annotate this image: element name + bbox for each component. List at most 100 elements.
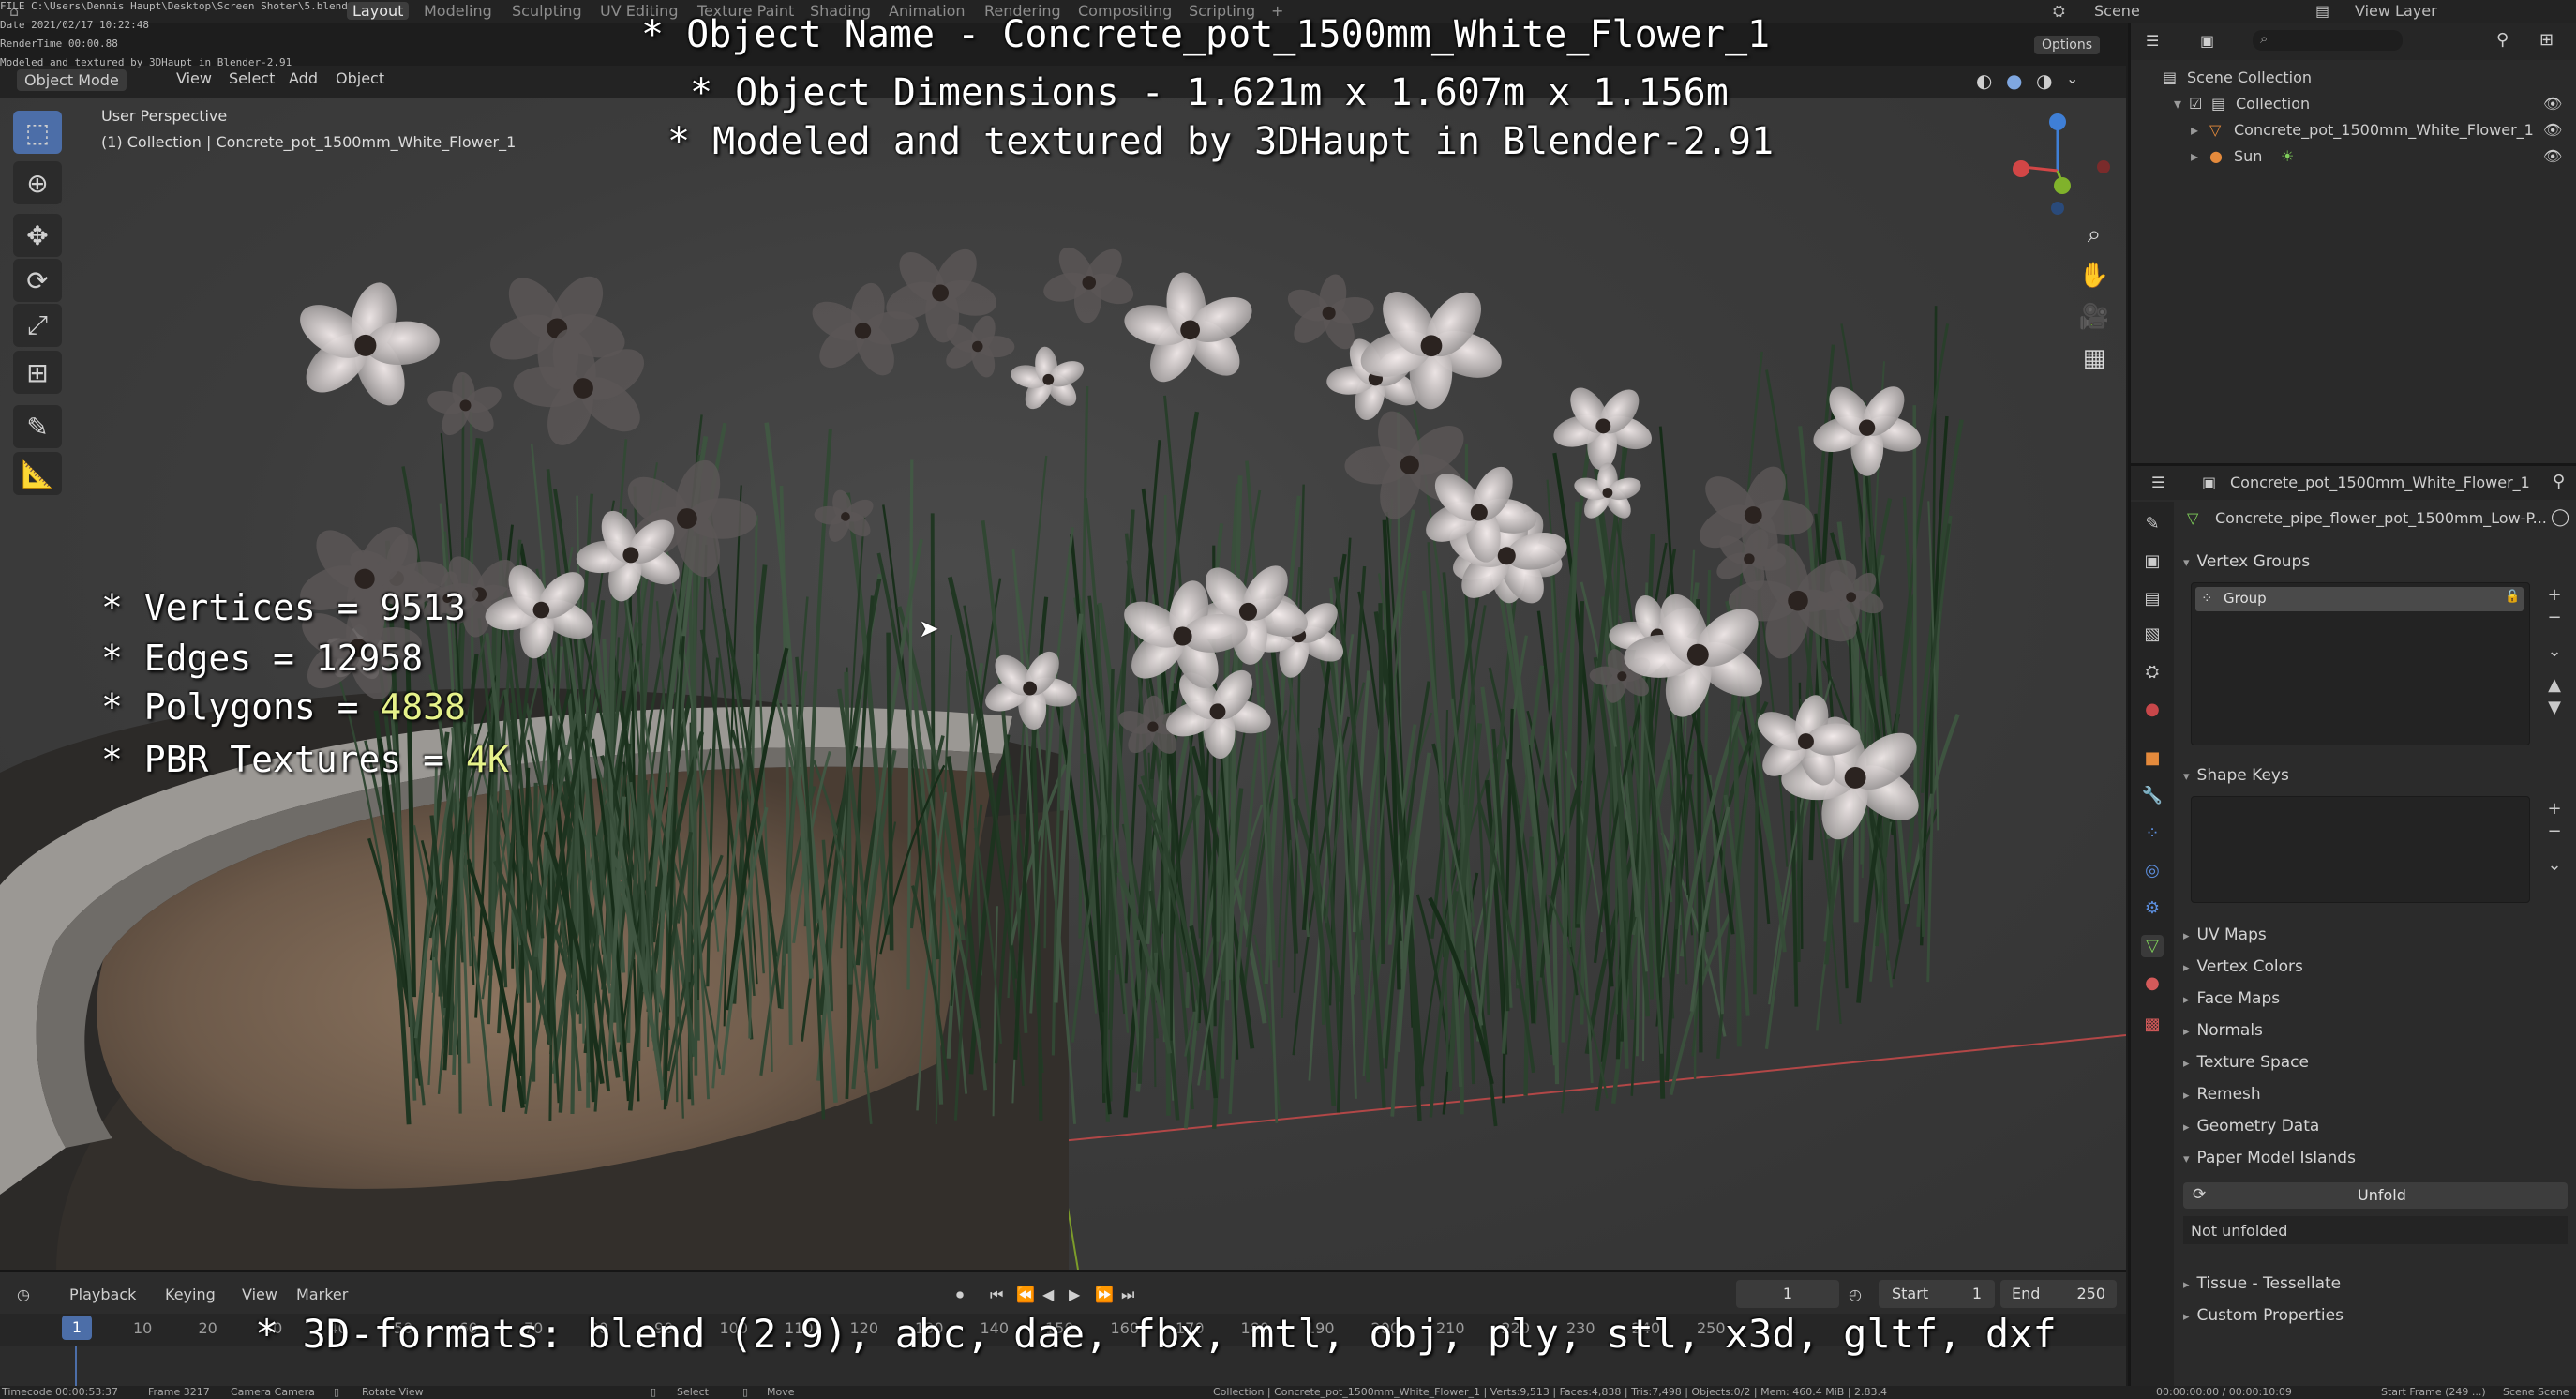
paper-model-header[interactable]: ▾ Paper Model Islands [2183,1149,2356,1167]
scene-tab-icon[interactable]: ⛭ [2141,661,2164,684]
scale-tool[interactable]: ⤢ [13,304,62,347]
tool-tab-icon[interactable]: ✎ [2141,513,2164,535]
editor-type-icon[interactable]: ☰ [2151,474,2164,491]
menu-view[interactable]: View [176,69,212,87]
annotate-tool[interactable]: ✎ [13,405,62,448]
uv-maps-header[interactable]: ▸ UV Maps [2183,925,2267,944]
navigation-gizmo[interactable] [1997,105,2119,227]
move-up-icon[interactable]: ▲ [2543,674,2566,697]
mode-dropdown[interactable]: Object Mode [17,69,127,91]
view-menu[interactable]: View [242,1286,277,1303]
editor-type-icon[interactable]: ◷ [17,1286,30,1303]
rotate-tool[interactable]: ⟳ [13,259,62,302]
outliner-row-sun[interactable]: ▸ ● Sun ☀ 👁 [2131,143,2576,169]
measure-tool[interactable]: 📐 [13,452,62,495]
tab-layout[interactable]: Layout [347,2,410,20]
3d-viewport[interactable]: ⬚ ⊕ ✥ ⟳ ⤢ ⊞ ✎ 📐 ⌕ ✋ 🎥 ▦ ➤ * Vertices = 9… [0,98,2126,1270]
tab-modeling[interactable]: Modeling [424,2,492,20]
vertex-groups-header[interactable]: ▾ Vertex Groups [2183,552,2310,571]
geometry-data-header[interactable]: ▸ Geometry Data [2183,1117,2319,1136]
visibility-eye-icon[interactable]: 👁 [2543,147,2562,165]
camera-view-icon[interactable]: 🎥 [2074,296,2115,338]
remove-vertex-group-button[interactable]: − [2543,607,2566,629]
scene-icon[interactable]: ⛭ [2053,2,2065,21]
shading-rendered-icon[interactable]: ◑ [2036,69,2052,92]
vertex-group-item[interactable]: ⁘ Group 🔓 [2195,587,2524,611]
end-frame-field[interactable]: End 250 [2000,1280,2117,1308]
custom-properties-header[interactable]: ▸ Custom Properties [2183,1306,2344,1325]
zoom-icon[interactable]: ⌕ [2074,214,2115,255]
outliner-row-object[interactable]: ▸ ▽ Concrete_pot_1500mm_White_Flower_1 👁 [2131,116,2576,143]
playback-menu[interactable]: Playback [69,1286,136,1303]
pan-hand-icon[interactable]: ✋ [2074,255,2115,296]
constraints-tab-icon[interactable]: ⚙ [2141,897,2164,920]
material-tab-icon[interactable]: ● [2141,972,2164,995]
play-icon[interactable]: ▶ [1069,1286,1080,1303]
shape-keys-list[interactable] [2191,796,2530,903]
perspective-toggle-icon[interactable]: ▦ [2074,338,2115,379]
marker-menu[interactable]: Marker [296,1286,348,1303]
jump-end-icon[interactable]: ⏭ [1121,1286,1134,1304]
record-button-icon[interactable]: ⏺ [956,1286,964,1304]
menu-object[interactable]: Object [336,69,384,87]
shading-material-icon[interactable]: ● [2006,69,2022,92]
fake-user-icon[interactable]: ◯ [2551,507,2569,527]
texture-tab-icon[interactable]: ▩ [2141,1014,2164,1036]
modifier-tab-icon[interactable]: 🔧 [2141,785,2164,807]
particles-tab-icon[interactable]: ⁘ [2141,822,2164,845]
mesh-data-tab-icon[interactable]: ▽ [2141,935,2164,957]
playhead-frame[interactable]: 1 [62,1316,92,1340]
output-tab-icon[interactable]: ▤ [2141,588,2164,610]
outliner-row-scene-collection[interactable]: ▤ Scene Collection [2131,64,2576,90]
vertex-groups-list[interactable]: ⁘ Group 🔓 [2191,582,2530,745]
move-down-icon[interactable]: ▼ [2543,697,2566,719]
visibility-eye-icon[interactable]: 👁 [2543,95,2562,113]
tab-sculpting[interactable]: Sculpting [512,2,582,20]
expand-arrow-icon[interactable]: ▸ [2191,121,2198,139]
editor-type-icon[interactable]: ☰ [2146,32,2159,50]
menu-select[interactable]: Select [229,69,275,87]
clock-icon[interactable]: ◴ [1849,1286,1862,1303]
vertex-colors-header[interactable]: ▸ Vertex Colors [2183,957,2303,976]
expand-arrow-icon[interactable]: ▾ [2174,95,2181,113]
remesh-header[interactable]: ▸ Remesh [2183,1085,2261,1104]
lock-icon[interactable]: 🔓 [2505,590,2520,604]
current-frame-field[interactable]: 1 [1736,1280,1839,1308]
visibility-eye-icon[interactable]: 👁 [2543,121,2562,139]
jump-start-icon[interactable]: ⏮ [990,1286,1003,1304]
keying-menu[interactable]: Keying [165,1286,216,1303]
expand-arrow-icon[interactable]: ▸ [2191,147,2198,165]
face-maps-header[interactable]: ▸ Face Maps [2183,989,2280,1008]
select-box-tool[interactable]: ⬚ [13,111,62,154]
filter-icon[interactable]: ⚲ [2496,30,2509,50]
prev-keyframe-icon[interactable]: ⏪ [1016,1286,1035,1303]
object-tab-icon[interactable]: ■ [2141,747,2164,770]
unfold-button[interactable]: ⟳ Unfold [2183,1182,2568,1209]
scene-name[interactable]: Scene [2094,2,2140,20]
display-mode-icon[interactable]: ▣ [2200,32,2214,50]
tissue-header[interactable]: ▸ Tissue - Tessellate [2183,1274,2341,1293]
remove-shape-key-button[interactable]: − [2543,820,2566,843]
outliner-search-input[interactable]: ⌕ [2253,30,2403,51]
options-dropdown[interactable]: Options [2034,36,2101,54]
add-shape-key-button[interactable]: + [2543,798,2566,820]
add-vertex-group-button[interactable]: + [2543,584,2566,607]
shape-key-menu-icon[interactable]: ⌄ [2543,854,2566,877]
checkbox-icon[interactable]: ☑ [2189,95,2202,113]
next-keyframe-icon[interactable]: ⏩ [1095,1286,1114,1303]
view-layer-name[interactable]: View Layer [2355,2,2437,20]
view-layer-icon[interactable]: ▤ [2315,2,2329,20]
mesh-name-field[interactable]: Concrete_pipe_flower_pot_1500mm_Low-P... [2215,509,2547,527]
render-tab-icon[interactable]: ▣ [2141,550,2164,573]
transform-tool[interactable]: ⊞ [13,351,62,394]
shape-keys-header[interactable]: ▾ Shape Keys [2183,766,2289,785]
world-tab-icon[interactable]: ● [2141,699,2164,721]
new-collection-icon[interactable]: ⊞ [2539,30,2554,50]
view-layer-tab-icon[interactable]: ▧ [2141,624,2164,646]
menu-add[interactable]: Add [289,69,318,87]
specials-menu-icon[interactable]: ⌄ [2543,640,2566,663]
shading-options-icon[interactable]: ⌄ [2066,69,2078,87]
move-tool[interactable]: ✥ [13,214,62,257]
pin-icon[interactable]: ⚲ [2553,472,2565,491]
start-frame-field[interactable]: Start 1 [1879,1280,1995,1308]
